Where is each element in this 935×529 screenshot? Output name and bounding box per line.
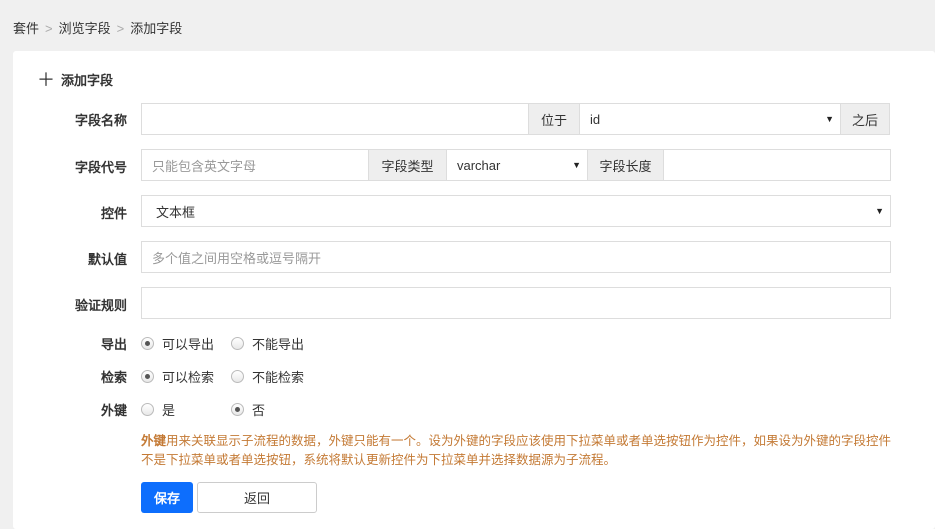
- after-addon: 之后: [840, 103, 890, 135]
- radio-label: 不能导出: [252, 337, 305, 352]
- dropdown-arrow-icon: ▼: [572, 160, 581, 170]
- field-code-label: 字段代号: [74, 160, 127, 175]
- radio-icon: [231, 337, 244, 350]
- field-name-label: 字段名称: [74, 113, 127, 128]
- export-label: 导出: [100, 337, 127, 352]
- breadcrumb-add-field: 添加字段: [130, 21, 183, 36]
- position-addon: 位于: [528, 103, 580, 135]
- breadcrumb-separator: >: [116, 21, 125, 36]
- default-label: 默认值: [87, 252, 127, 267]
- default-placeholder: 多个值之间用空格或逗号隔开: [152, 250, 322, 266]
- field-type-select[interactable]: varchar ▼: [446, 149, 588, 181]
- search-label: 检索: [100, 370, 127, 385]
- foreign-key-no-radio[interactable]: 否: [231, 400, 265, 419]
- radio-label: 是: [162, 403, 176, 418]
- foreign-key-yes-radio[interactable]: 是: [141, 400, 175, 419]
- page-title-text: 添加字段: [61, 73, 114, 88]
- control-label: 控件: [100, 206, 127, 221]
- rules-input[interactable]: [141, 287, 891, 319]
- control-select[interactable]: 文本框 ▼: [141, 195, 891, 227]
- field-code-input[interactable]: 只能包含英文字母: [141, 149, 369, 181]
- rules-label: 验证规则: [74, 298, 127, 313]
- dropdown-arrow-icon: ▼: [825, 114, 834, 124]
- radio-label: 可以检索: [162, 370, 215, 385]
- field-name-input[interactable]: [141, 103, 529, 135]
- export-no-radio[interactable]: 不能导出: [231, 334, 304, 353]
- page-title: ＋ 添加字段: [37, 65, 113, 91]
- position-select[interactable]: id ▼: [579, 103, 841, 135]
- radio-icon: [231, 403, 244, 416]
- radio-icon: [141, 337, 154, 350]
- plus-icon: ＋: [37, 70, 55, 90]
- default-input[interactable]: 多个值之间用空格或逗号隔开: [141, 241, 891, 273]
- search-no-radio[interactable]: 不能检索: [231, 367, 304, 386]
- search-yes-radio[interactable]: 可以检索: [141, 367, 214, 386]
- foreign-key-label: 外键: [100, 403, 127, 418]
- radio-label: 可以导出: [162, 337, 215, 352]
- radio-label: 否: [252, 403, 266, 418]
- field-type-addon: 字段类型: [368, 149, 447, 181]
- save-button[interactable]: 保存: [141, 482, 193, 513]
- breadcrumb: 套件 > 浏览字段 > 添加字段: [13, 18, 182, 37]
- breadcrumb-browse-fields[interactable]: 浏览字段: [59, 21, 111, 36]
- radio-icon: [141, 403, 154, 416]
- note-text: 用来关联显示子流程的数据，外键只能有一个。设为外键的字段应该使用下拉菜单或者单选…: [141, 434, 892, 467]
- breadcrumb-separator: >: [45, 21, 53, 36]
- radio-icon: [141, 370, 154, 383]
- field-length-addon: 字段长度: [587, 149, 664, 181]
- field-code-placeholder: 只能包含英文字母: [152, 158, 257, 174]
- field-type-value: varchar: [457, 157, 501, 173]
- field-length-input[interactable]: [663, 149, 891, 181]
- note-bold: 外键: [141, 434, 167, 448]
- position-select-value: id: [590, 111, 601, 127]
- form-card: ＋添加字段 字段名称 位于 id ▼ 之后 字段代号 只能包含英文字母 字段类型 …: [13, 51, 935, 529]
- radio-label: 不能检索: [252, 370, 305, 385]
- breadcrumb-suite[interactable]: 套件: [13, 21, 39, 36]
- radio-icon: [231, 370, 244, 383]
- foreign-key-note: 外键用来关联显示子流程的数据，外键只能有一个。设为外键的字段应该使用下拉菜单或者…: [141, 432, 901, 470]
- control-select-value: 文本框: [156, 204, 196, 220]
- export-yes-radio[interactable]: 可以导出: [141, 334, 214, 353]
- dropdown-arrow-icon: ▼: [875, 206, 884, 216]
- back-button[interactable]: 返回: [197, 482, 317, 513]
